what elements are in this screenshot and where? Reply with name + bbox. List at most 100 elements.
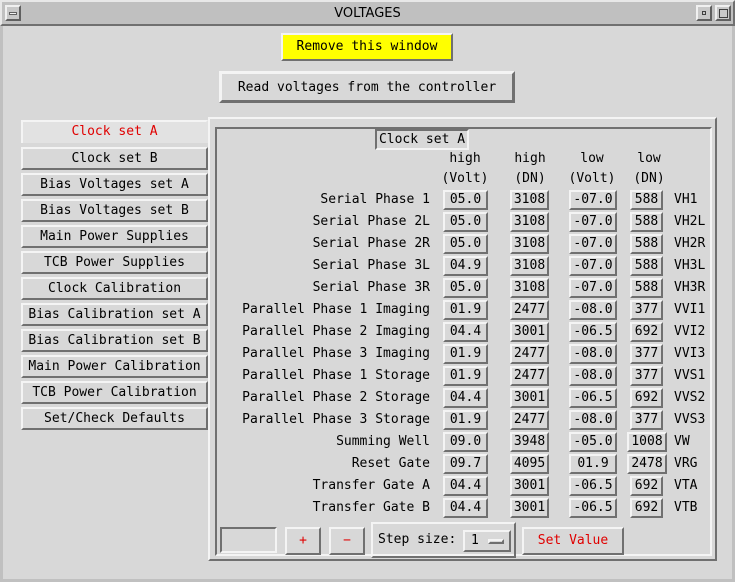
decrement-button[interactable]: − — [329, 527, 365, 555]
remove-window-button[interactable]: Remove this window — [281, 33, 453, 61]
low-dn-field[interactable]: 377 — [630, 300, 663, 320]
low-dn-field[interactable]: 588 — [630, 234, 663, 254]
row-code: VVI1 — [674, 302, 706, 317]
row-code: VVS3 — [674, 412, 706, 427]
high-volt-field[interactable]: 05.0 — [443, 212, 488, 232]
low-dn-field[interactable]: 377 — [630, 366, 663, 386]
tab-main-power-calibration[interactable]: Main Power Calibration — [21, 355, 208, 378]
tab-main-power-supplies[interactable]: Main Power Supplies — [21, 225, 208, 248]
low-dn-field[interactable]: 588 — [630, 212, 663, 232]
tab-clock-calibration[interactable]: Clock Calibration — [21, 277, 208, 300]
high-dn-field[interactable]: 3108 — [510, 190, 549, 210]
low-volt-field[interactable]: -06.5 — [569, 498, 617, 518]
low-dn-field[interactable]: 692 — [630, 498, 663, 518]
low-dn-field[interactable]: 588 — [630, 256, 663, 276]
low-dn-field[interactable]: 692 — [630, 322, 663, 342]
low-volt-field[interactable]: -05.0 — [569, 432, 617, 452]
high-dn-field[interactable]: 3001 — [510, 476, 549, 496]
tab-clock-set-a[interactable]: Clock set A — [21, 120, 208, 143]
column-header: (DN) — [633, 171, 665, 186]
row-code: VRG — [674, 456, 698, 471]
high-volt-field[interactable]: 09.0 — [443, 432, 488, 452]
high-volt-field[interactable]: 04.9 — [443, 256, 488, 276]
low-dn-field[interactable]: 692 — [630, 388, 663, 408]
high-dn-field[interactable]: 3108 — [510, 234, 549, 254]
high-volt-field[interactable]: 05.0 — [443, 190, 488, 210]
row-code: VH3R — [674, 280, 706, 295]
low-volt-field[interactable]: -06.5 — [569, 322, 617, 342]
low-dn-field[interactable]: 588 — [630, 278, 663, 298]
set-value-button[interactable]: Set Value — [522, 527, 624, 555]
row-code: VH3L — [674, 258, 706, 273]
high-volt-field[interactable]: 01.9 — [443, 300, 488, 320]
high-volt-field[interactable]: 05.0 — [443, 278, 488, 298]
low-dn-field[interactable]: 692 — [630, 476, 663, 496]
low-volt-field[interactable]: -08.0 — [569, 300, 617, 320]
tab-tcb-power-supplies[interactable]: TCB Power Supplies — [21, 251, 208, 274]
high-dn-field[interactable]: 2477 — [510, 344, 549, 364]
high-volt-field[interactable]: 05.0 — [443, 234, 488, 254]
tab-bias-voltages-set-a[interactable]: Bias Voltages set A — [21, 173, 208, 196]
low-volt-field[interactable]: -08.0 — [569, 410, 617, 430]
high-volt-field[interactable]: 01.9 — [443, 366, 488, 386]
read-voltages-button[interactable]: Read voltages from the controller — [219, 71, 515, 103]
maximize-icon[interactable] — [715, 5, 731, 21]
row-label: Parallel Phase 3 Imaging — [242, 346, 430, 361]
row-label: Parallel Phase 2 Imaging — [242, 324, 430, 339]
row-label: Parallel Phase 2 Storage — [242, 390, 430, 405]
row-code: VH1 — [674, 192, 698, 207]
low-volt-field[interactable]: -07.0 — [569, 190, 617, 210]
low-volt-field[interactable]: -06.5 — [569, 476, 617, 496]
tab-bias-calibration-set-b[interactable]: Bias Calibration set B — [21, 329, 208, 352]
tab-bias-calibration-set-a[interactable]: Bias Calibration set A — [21, 303, 208, 326]
low-dn-field[interactable]: 377 — [630, 344, 663, 364]
column-header: high — [514, 151, 546, 166]
low-volt-field[interactable]: -07.0 — [569, 278, 617, 298]
low-dn-field[interactable]: 377 — [630, 410, 663, 430]
row-label: Serial Phase 1 — [320, 192, 430, 207]
high-volt-field[interactable]: 04.4 — [443, 322, 488, 342]
tab-clock-set-b[interactable]: Clock set B — [21, 147, 208, 170]
high-dn-field[interactable]: 3001 — [510, 498, 549, 518]
row-code: VTA — [674, 478, 698, 493]
step-size-select[interactable]: 1 — [463, 530, 511, 552]
low-volt-field[interactable]: -07.0 — [569, 234, 617, 254]
panel-title: Clock set A — [375, 129, 469, 150]
high-volt-field[interactable]: 04.4 — [443, 498, 488, 518]
tab-tcb-power-calibration[interactable]: TCB Power Calibration — [21, 381, 208, 404]
high-dn-field[interactable]: 3948 — [510, 432, 549, 452]
row-label: Reset Gate — [351, 456, 430, 471]
low-volt-field[interactable]: -07.0 — [569, 256, 617, 276]
high-volt-field[interactable]: 01.9 — [443, 344, 488, 364]
low-volt-field[interactable]: -08.0 — [569, 366, 617, 386]
minimize-icon[interactable] — [696, 5, 712, 21]
value-input[interactable] — [220, 527, 277, 553]
high-volt-field[interactable]: 09.7 — [443, 454, 488, 474]
high-dn-field[interactable]: 3001 — [510, 388, 549, 408]
column-header: (Volt) — [441, 171, 489, 186]
title-bar: VOLTAGES — [0, 0, 735, 26]
increment-button[interactable]: + — [285, 527, 321, 555]
high-dn-field[interactable]: 2477 — [510, 366, 549, 386]
low-dn-field[interactable]: 1008 — [627, 432, 667, 452]
tab-bias-voltages-set-b[interactable]: Bias Voltages set B — [21, 199, 208, 222]
column-header: (DN) — [514, 171, 546, 186]
high-dn-field[interactable]: 2477 — [510, 300, 549, 320]
high-volt-field[interactable]: 04.4 — [443, 388, 488, 408]
low-volt-field[interactable]: -08.0 — [569, 344, 617, 364]
low-volt-field[interactable]: -06.5 — [569, 388, 617, 408]
high-dn-field[interactable]: 3108 — [510, 212, 549, 232]
high-volt-field[interactable]: 01.9 — [443, 410, 488, 430]
low-volt-field[interactable]: -07.0 — [569, 212, 617, 232]
high-dn-field[interactable]: 3108 — [510, 278, 549, 298]
high-volt-field[interactable]: 04.4 — [443, 476, 488, 496]
high-dn-field[interactable]: 3001 — [510, 322, 549, 342]
high-dn-field[interactable]: 2477 — [510, 410, 549, 430]
low-dn-field[interactable]: 2478 — [627, 454, 667, 474]
tab-set-check-defaults[interactable]: Set/Check Defaults — [21, 407, 208, 430]
high-dn-field[interactable]: 3108 — [510, 256, 549, 276]
high-dn-field[interactable]: 4095 — [510, 454, 549, 474]
row-label: Serial Phase 2L — [312, 214, 430, 229]
low-dn-field[interactable]: 588 — [630, 190, 663, 210]
low-volt-field[interactable]: 01.9 — [569, 454, 617, 474]
